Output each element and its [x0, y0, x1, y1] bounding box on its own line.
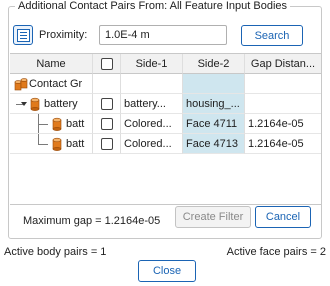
side2-cell: housing_...: [183, 94, 245, 114]
tree-connector: [38, 124, 48, 125]
create-filter-button[interactable]: Create Filter: [175, 206, 251, 228]
side2-cell: [183, 74, 245, 94]
name-cell: battery: [10, 94, 93, 114]
column-header-side2[interactable]: Side-2: [183, 54, 245, 74]
table-row[interactable]: Contact Gr: [10, 74, 321, 94]
side1-cell: Colored...: [121, 134, 183, 154]
close-button[interactable]: Close: [138, 260, 196, 282]
side2-cell: Face 4711: [183, 114, 245, 134]
select-cell: [93, 74, 121, 94]
group-title: Additional Contact Pairs From: All Featu…: [15, 0, 291, 12]
proximity-label: Proximity:: [39, 29, 88, 41]
row-name: batt: [66, 138, 85, 150]
table-row[interactable]: batt Colored... Face 4711 1.2164e-05: [10, 114, 321, 134]
side1-cell: [121, 74, 183, 94]
column-header-name[interactable]: Name: [10, 54, 93, 74]
name-cell: batt: [10, 114, 93, 134]
table-row[interactable]: battery battery... housing_...: [10, 94, 321, 114]
table-row[interactable]: batt Colored... Face 4713 1.2164e-05: [10, 134, 321, 154]
gap-cell: 1.2164e-05: [245, 134, 321, 154]
proximity-input[interactable]: [99, 25, 227, 45]
name-cell: batt: [10, 134, 93, 154]
tree-connector: [38, 144, 48, 145]
body-icon: [52, 117, 62, 131]
row-checkbox[interactable]: [101, 138, 113, 150]
side2-cell: Face 4713: [183, 134, 245, 154]
contact-pairs-table: Name Side-1 Side-2 Gap Distan... Contact…: [10, 53, 321, 205]
gap-cell: 1.2164e-05: [245, 114, 321, 134]
select-all-checkbox[interactable]: [101, 58, 113, 70]
chevron-down-icon[interactable]: [20, 100, 28, 108]
gap-cell: [245, 74, 321, 94]
body-icon: [30, 97, 40, 111]
row-name: Contact Gr: [29, 78, 83, 90]
max-gap-label: Maximum gap = 1.2164e-05: [23, 215, 161, 227]
table-header: Name Side-1 Side-2 Gap Distan...: [10, 54, 321, 74]
active-body-pairs: Active body pairs = 1: [4, 246, 107, 258]
proximity-row: Proximity: Search: [13, 25, 313, 47]
row-name: batt: [66, 118, 85, 130]
column-header-select[interactable]: [93, 54, 121, 74]
list-toggle-button[interactable]: [13, 25, 33, 45]
side1-cell: Colored...: [121, 114, 183, 134]
body-icon: [52, 137, 62, 151]
gap-cell: [245, 94, 321, 114]
select-cell: [93, 134, 121, 154]
select-cell: [93, 94, 121, 114]
row-name: battery: [44, 98, 78, 110]
contact-pairs-group: Additional Contact Pairs From: All Featu…: [8, 0, 322, 239]
cancel-button[interactable]: Cancel: [255, 206, 311, 228]
column-header-side1[interactable]: Side-1: [121, 54, 183, 74]
list-icon: [16, 28, 30, 42]
contact-group-icon: [14, 78, 28, 91]
side1-cell: battery...: [121, 94, 183, 114]
select-cell: [93, 114, 121, 134]
column-header-gap[interactable]: Gap Distan...: [245, 54, 321, 74]
search-button[interactable]: Search: [241, 25, 303, 46]
row-checkbox[interactable]: [101, 118, 113, 130]
active-face-pairs: Active face pairs = 2: [226, 246, 326, 258]
row-checkbox[interactable]: [101, 98, 113, 110]
name-cell: Contact Gr: [10, 74, 93, 94]
